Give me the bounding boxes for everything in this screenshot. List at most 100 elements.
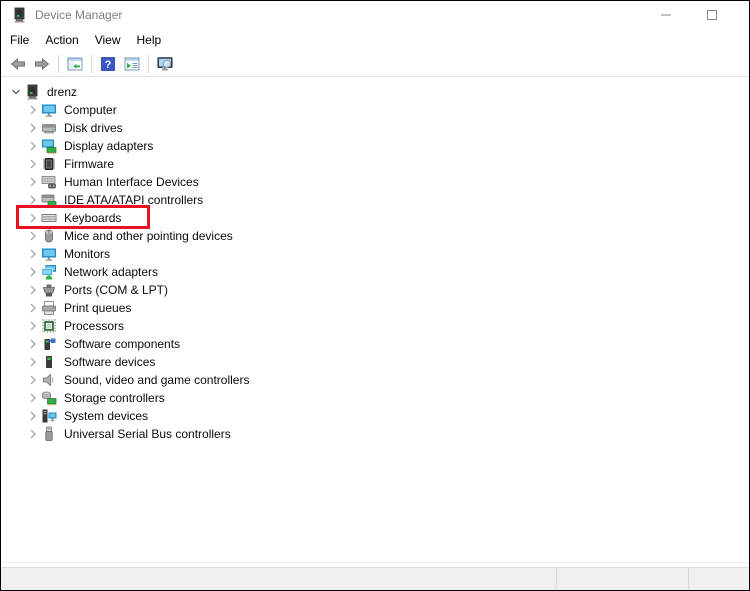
tree: drenz Computer Disk drives Display adapters… bbox=[1, 77, 749, 562]
tree-item-label: Computer bbox=[64, 103, 117, 117]
show-console-tree-button[interactable] bbox=[63, 53, 87, 75]
chevron-down-icon[interactable] bbox=[7, 84, 24, 100]
chevron-right-icon[interactable] bbox=[24, 300, 41, 316]
status-pane-middle bbox=[557, 568, 688, 590]
scan-for-hardware-changes-button[interactable] bbox=[153, 53, 177, 75]
chevron-right-icon[interactable] bbox=[24, 228, 41, 244]
ide-controller-icon bbox=[41, 192, 57, 208]
chevron-right-icon[interactable] bbox=[24, 246, 41, 262]
statusbar bbox=[1, 567, 749, 590]
forward-button[interactable] bbox=[30, 53, 54, 75]
help-icon: ? bbox=[100, 56, 116, 72]
toolbar: ? bbox=[1, 51, 749, 77]
chevron-right-icon[interactable] bbox=[24, 174, 41, 190]
chevron-right-icon[interactable] bbox=[24, 138, 41, 154]
tree-item-processors[interactable]: Processors bbox=[1, 317, 749, 335]
tree-item-label: Software components bbox=[64, 337, 181, 351]
scan-monitor-icon bbox=[157, 56, 173, 72]
menu-action[interactable]: Action bbox=[37, 29, 86, 51]
maximize-button[interactable] bbox=[689, 1, 735, 29]
chevron-right-icon[interactable] bbox=[24, 408, 41, 424]
chevron-right-icon[interactable] bbox=[24, 318, 41, 334]
chevron-right-icon[interactable] bbox=[24, 372, 41, 388]
action-pane-window-icon bbox=[124, 56, 140, 72]
status-pane-left bbox=[1, 568, 556, 590]
tree-item-display-adapters[interactable]: Display adapters bbox=[1, 137, 749, 155]
menu-help[interactable]: Help bbox=[129, 29, 170, 51]
tree-item-label: Keyboards bbox=[64, 211, 122, 225]
chevron-right-icon[interactable] bbox=[24, 120, 41, 136]
tree-item-sound-video-and-game-controllers[interactable]: Sound, video and game controllers bbox=[1, 371, 749, 389]
network-adapter-icon bbox=[41, 264, 57, 280]
chevron-right-icon[interactable] bbox=[24, 354, 41, 370]
tree-item-label: Ports (COM & LPT) bbox=[64, 283, 169, 297]
tree-item-label: Network adapters bbox=[64, 265, 159, 279]
tree-item-ports-com-lpt[interactable]: Ports (COM & LPT) bbox=[1, 281, 749, 299]
back-button[interactable] bbox=[6, 53, 30, 75]
tree-item-label: Print queues bbox=[64, 301, 132, 315]
tree-item-label: Disk drives bbox=[64, 121, 123, 135]
tree-item-mice-and-other-pointing-devices[interactable]: Mice and other pointing devices bbox=[1, 227, 749, 245]
tree-item-drenz[interactable]: drenz bbox=[1, 83, 749, 101]
device-manager-icon bbox=[24, 84, 40, 100]
software-device-icon bbox=[41, 354, 57, 370]
help-button[interactable]: ? bbox=[96, 53, 120, 75]
menu-view[interactable]: View bbox=[87, 29, 129, 51]
tree-item-ide-ata-atapi-controllers[interactable]: IDE ATA/ATAPI controllers bbox=[1, 191, 749, 209]
svg-text:?: ? bbox=[105, 59, 112, 71]
back-arrow-icon bbox=[10, 56, 26, 72]
device-manager-icon bbox=[11, 7, 27, 23]
firmware-chip-icon bbox=[41, 156, 57, 172]
chevron-right-icon[interactable] bbox=[24, 336, 41, 352]
tree-item-label: System devices bbox=[64, 409, 149, 423]
chevron-right-icon[interactable] bbox=[24, 282, 41, 298]
toolbar-separator bbox=[58, 54, 59, 73]
window-title: Device Manager bbox=[35, 8, 123, 22]
titlebar[interactable]: Device Manager bbox=[1, 1, 749, 29]
console-tree-window-icon bbox=[67, 56, 83, 72]
chevron-right-icon[interactable] bbox=[24, 426, 41, 442]
tree-item-system-devices[interactable]: System devices bbox=[1, 407, 749, 425]
tree-item-keyboards[interactable]: Keyboards bbox=[1, 209, 749, 227]
chevron-right-icon[interactable] bbox=[24, 156, 41, 172]
tree-item-label: Storage controllers bbox=[64, 391, 165, 405]
tree-item-computer[interactable]: Computer bbox=[1, 101, 749, 119]
tree-item-print-queues[interactable]: Print queues bbox=[1, 299, 749, 317]
hid-device-icon bbox=[41, 174, 57, 190]
mouse-icon bbox=[41, 228, 57, 244]
chevron-right-icon[interactable] bbox=[24, 102, 41, 118]
tree-item-network-adapters[interactable]: Network adapters bbox=[1, 263, 749, 281]
keyboard-icon bbox=[41, 210, 57, 226]
tree-item-label: Display adapters bbox=[64, 139, 154, 153]
toolbar-separator bbox=[91, 54, 92, 73]
computer-icon bbox=[41, 102, 57, 118]
tree-item-label: Monitors bbox=[64, 247, 111, 261]
chevron-right-icon[interactable] bbox=[24, 192, 41, 208]
tree-item-universal-serial-bus-controllers[interactable]: Universal Serial Bus controllers bbox=[1, 425, 749, 443]
tree-item-disk-drives[interactable]: Disk drives bbox=[1, 119, 749, 137]
show-action-pane-button[interactable] bbox=[120, 53, 144, 75]
tree-item-monitors[interactable]: Monitors bbox=[1, 245, 749, 263]
tree-item-storage-controllers[interactable]: Storage controllers bbox=[1, 389, 749, 407]
serial-port-icon bbox=[41, 282, 57, 298]
chevron-right-icon[interactable] bbox=[24, 390, 41, 406]
tree-item-firmware[interactable]: Firmware bbox=[1, 155, 749, 173]
chevron-right-icon[interactable] bbox=[24, 210, 41, 226]
chevron-right-icon[interactable] bbox=[24, 264, 41, 280]
tree-item-software-components[interactable]: Software components bbox=[1, 335, 749, 353]
device-manager-window: Device Manager File Action View Help ? dren… bbox=[0, 0, 750, 591]
menu-file[interactable]: File bbox=[2, 29, 37, 51]
monitor-icon bbox=[41, 246, 57, 262]
minimize-button[interactable] bbox=[643, 1, 689, 29]
tree-item-label: Human Interface Devices bbox=[64, 175, 199, 189]
tree-item-label: drenz bbox=[47, 85, 78, 99]
maximize-icon bbox=[707, 10, 717, 20]
forward-arrow-icon bbox=[34, 56, 50, 72]
tree-item-label: Processors bbox=[64, 319, 125, 333]
tree-item-software-devices[interactable]: Software devices bbox=[1, 353, 749, 371]
system-device-icon bbox=[41, 408, 57, 424]
tree-item-human-interface-devices[interactable]: Human Interface Devices bbox=[1, 173, 749, 191]
storage-controller-icon bbox=[41, 390, 57, 406]
status-pane-right bbox=[689, 568, 749, 590]
tree-item-label: Universal Serial Bus controllers bbox=[64, 427, 231, 441]
